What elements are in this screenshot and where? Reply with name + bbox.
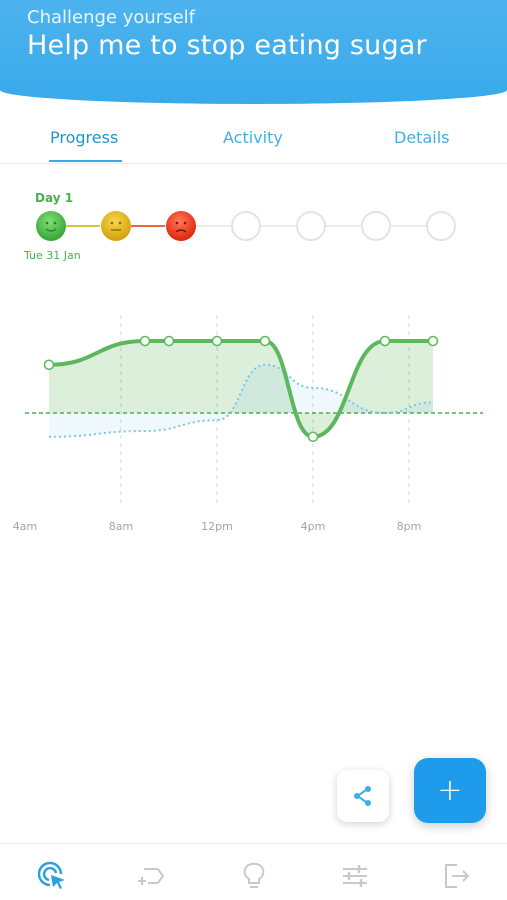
- mood-neutral-icon[interactable]: [101, 211, 131, 241]
- nav-add-goal-button[interactable]: [133, 858, 169, 894]
- data-point: [379, 335, 391, 347]
- x-tick-label: 4am: [13, 520, 37, 533]
- x-tick-label: 8pm: [397, 520, 422, 533]
- page-title: Help me to stop eating sugar: [27, 30, 427, 61]
- share-button[interactable]: [337, 770, 389, 822]
- active-tab-indicator: [49, 160, 122, 162]
- header-subtitle: Challenge yourself: [27, 7, 195, 28]
- add-goal-icon: [138, 868, 165, 885]
- day-label: Day 1: [35, 191, 74, 205]
- mood-empty-slot[interactable]: [426, 211, 456, 241]
- nav-settings-button[interactable]: [337, 858, 373, 894]
- sliders-icon: [343, 865, 367, 887]
- x-tick-label: 4pm: [301, 520, 326, 533]
- mood-timeline: [0, 205, 507, 250]
- nav-progress-button[interactable]: [34, 858, 70, 894]
- mood-sad-icon[interactable]: [166, 211, 196, 241]
- header: Challenge yourself Help me to stop eatin…: [0, 0, 507, 104]
- share-icon: [354, 786, 371, 806]
- logout-icon: [445, 864, 470, 888]
- nav-tips-button[interactable]: [236, 858, 272, 894]
- data-point: [259, 335, 271, 347]
- nav-logout-button[interactable]: [438, 858, 474, 894]
- data-point: [307, 431, 319, 443]
- x-tick-label: 12pm: [201, 520, 233, 533]
- tab-progress[interactable]: Progress: [50, 128, 118, 147]
- x-tick-label: 8am: [109, 520, 133, 533]
- tap-target-icon: [37, 861, 65, 889]
- data-point: [43, 359, 55, 371]
- progress-chart: 4am 8am 12pm 4pm 8pm: [13, 315, 483, 533]
- mood-empty-slot[interactable]: [296, 211, 326, 241]
- mood-empty-slot[interactable]: [361, 211, 391, 241]
- mood-empty-slot[interactable]: [231, 211, 261, 241]
- timeline-connector: [66, 225, 100, 227]
- data-point: [139, 335, 151, 347]
- lightbulb-icon: [243, 862, 265, 888]
- tab-bar: Progress Activity Details: [0, 120, 507, 164]
- add-button[interactable]: +: [414, 758, 486, 823]
- bottom-nav: [0, 843, 507, 900]
- timeline-connector: [131, 225, 165, 227]
- tab-details[interactable]: Details: [394, 128, 449, 147]
- data-point: [427, 335, 439, 347]
- mood-happy-icon[interactable]: [36, 211, 66, 241]
- data-point: [211, 335, 223, 347]
- data-point: [163, 335, 175, 347]
- date-label: Tue 31 Jan: [24, 249, 81, 262]
- tab-activity[interactable]: Activity: [223, 128, 283, 147]
